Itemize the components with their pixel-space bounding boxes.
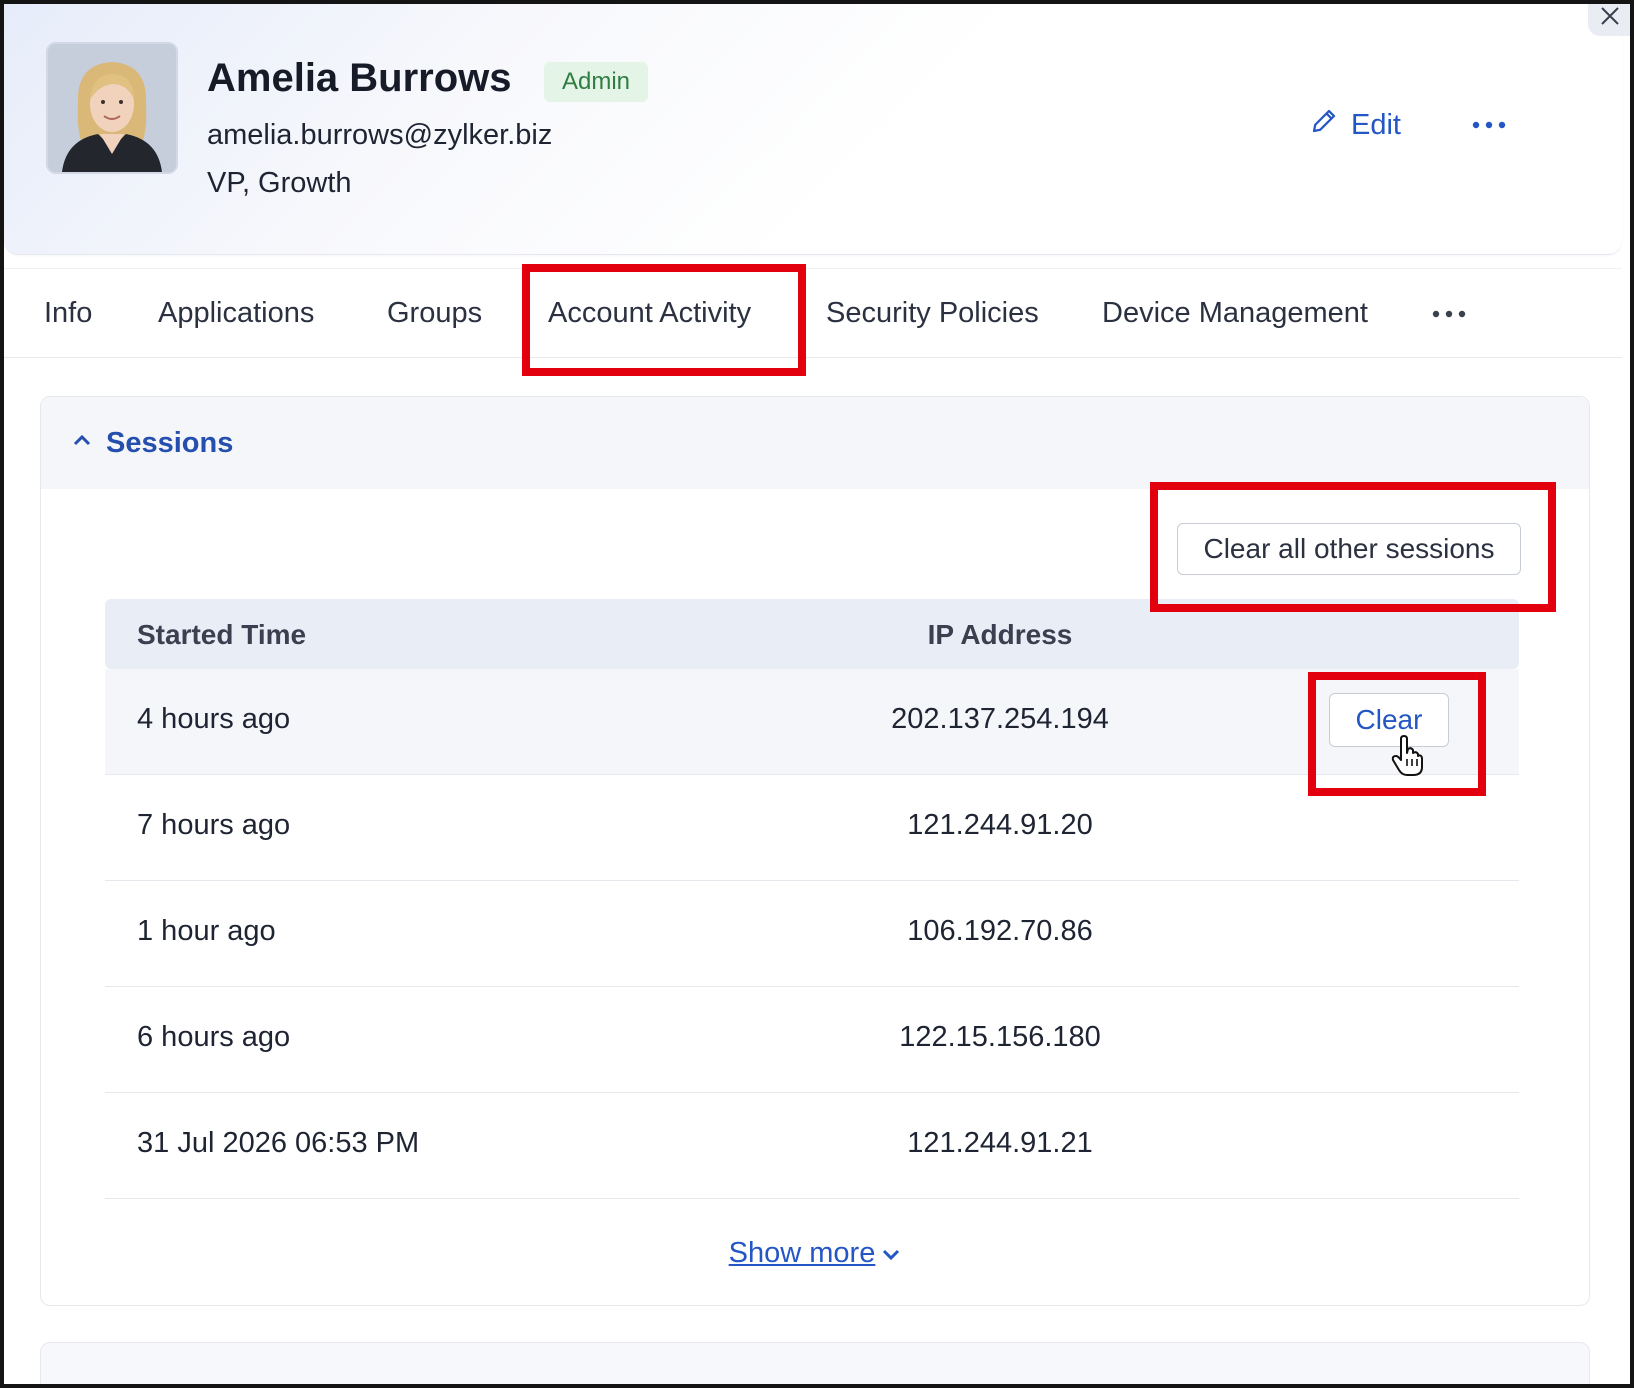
column-header-started-time: Started Time	[137, 619, 307, 650]
table-row: 4 hours ago 202.137.254.194 Clear	[105, 669, 1519, 776]
edit-button[interactable]: Edit	[1309, 104, 1401, 146]
session-started-time: 6 hours ago	[137, 1021, 291, 1053]
table-row: 1 hour ago 106.192.70.86	[105, 881, 1519, 987]
session-started-time: 1 hour ago	[137, 915, 276, 947]
session-ip-address: 106.192.70.86	[907, 915, 1093, 947]
tabs-more-button[interactable]	[1432, 299, 1476, 329]
session-started-time: 31 Jul 2026 06:53 PM	[137, 1127, 420, 1159]
session-started-time: 7 hours ago	[137, 809, 291, 841]
table-row: 31 Jul 2026 06:53 PM 121.244.91.21	[105, 1093, 1519, 1199]
sessions-section: Sessions Clear all other sessions Starte…	[40, 396, 1590, 1306]
sessions-collapse-header[interactable]: Sessions	[41, 397, 1589, 489]
table-header: Started Time IP Address	[105, 599, 1519, 669]
next-section-card	[40, 1342, 1590, 1384]
session-ip-address: 121.244.91.20	[907, 809, 1093, 841]
more-horizontal-icon	[1432, 310, 1466, 333]
edit-label: Edit	[1351, 108, 1401, 141]
more-horizontal-icon	[1472, 116, 1506, 134]
clear-all-sessions-button[interactable]: Clear all other sessions	[1177, 523, 1521, 575]
close-icon	[1600, 6, 1620, 31]
clear-session-button[interactable]: Clear	[1329, 693, 1449, 747]
header-more-button[interactable]	[1469, 104, 1509, 146]
tab-groups[interactable]: Groups	[387, 297, 482, 330]
avatar	[46, 42, 178, 174]
tab-account-activity[interactable]: Account Activity	[548, 297, 751, 330]
tab-security-policies[interactable]: Security Policies	[826, 297, 1039, 330]
pencil-icon	[1309, 106, 1339, 144]
sessions-title: Sessions	[106, 427, 234, 459]
show-more-link[interactable]: Show more	[729, 1237, 902, 1270]
show-more-label: Show more	[728, 1237, 876, 1269]
user-email: amelia.burrows@zylker.biz	[207, 119, 553, 151]
profile-tabs: Info Applications Groups Account Activit…	[4, 268, 1622, 358]
close-button[interactable]	[1588, 4, 1630, 36]
tab-info[interactable]: Info	[44, 297, 92, 330]
chevron-down-icon	[881, 1237, 901, 1270]
tab-device-management[interactable]: Device Management	[1102, 297, 1368, 330]
column-header-ip-address: IP Address	[927, 619, 1073, 650]
table-row: 6 hours ago 122.15.156.180	[105, 987, 1519, 1093]
table-row: 7 hours ago 121.244.91.20	[105, 775, 1519, 881]
session-started-time: 4 hours ago	[137, 703, 291, 735]
show-more-container: Show more	[41, 1237, 1589, 1270]
session-ip-address: 202.137.254.194	[891, 703, 1109, 735]
user-job-title: VP, Growth	[207, 167, 352, 199]
sessions-table: Started Time IP Address 4 hours ago 202.…	[105, 599, 1519, 1199]
tab-applications[interactable]: Applications	[158, 297, 314, 330]
user-name: Amelia Burrows	[207, 56, 512, 100]
user-profile-panel: Amelia Burrows Admin amelia.burrows@zylk…	[0, 0, 1634, 1388]
chevron-up-icon	[73, 433, 91, 451]
profile-header: Amelia Burrows Admin amelia.burrows@zylk…	[4, 4, 1630, 255]
session-ip-address: 122.15.156.180	[899, 1021, 1101, 1053]
session-ip-address: 121.244.91.21	[907, 1127, 1093, 1159]
role-badge: Admin	[544, 62, 649, 102]
